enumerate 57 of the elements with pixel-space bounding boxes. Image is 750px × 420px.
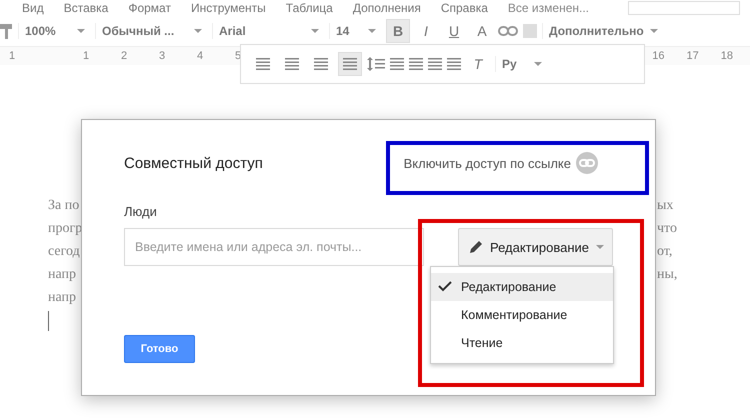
ruler-number: 3 [159,50,166,62]
ruler-number: 1 [83,50,90,62]
document-text: сегод [48,243,81,261]
menu-item[interactable]: Вид [22,1,44,15]
pencil-icon [468,240,483,254]
format-button[interactable]: I [414,19,438,43]
menu-item[interactable]: Вставка [64,1,108,15]
link-icon [576,152,598,174]
align-icon[interactable] [314,58,328,70]
document-text: За по [48,197,80,215]
top-field[interactable] [628,1,740,15]
align-button[interactable] [338,52,362,76]
document-text: напр [48,266,78,284]
ruler-number: 16 [652,50,664,62]
menu-item[interactable]: Чтение [431,329,613,357]
align-icon[interactable] [343,58,357,70]
language-dropdown[interactable]: Ру [495,56,548,72]
menu-item[interactable]: Таблица [286,1,333,15]
save-status: Все изменен... [508,1,589,15]
zoom-dropdown[interactable]: 100% [18,23,91,39]
document-text: от, [657,243,674,261]
people-input[interactable]: Введите имена или адреса эл. почты... [124,228,424,266]
ruler-number: 18 [720,50,733,62]
menu-item[interactable]: Справка [440,1,488,15]
line-spacing-icon[interactable] [367,57,385,71]
more-dropdown[interactable]: Дополнительно [542,23,664,39]
size-dropdown[interactable]: 14 [329,23,382,39]
paint-roller-icon[interactable] [0,22,14,40]
style-dropdown[interactable]: Обычный ... [95,23,208,39]
clear-format-button[interactable]: T [466,52,490,76]
format-button[interactable]: U [442,19,466,43]
document-text: ны, [657,266,678,284]
link-sharing-button[interactable]: Включить доступ по ссылке [404,152,598,174]
ruler-number: 1 [9,50,16,62]
ruler-number: 4 [197,50,204,62]
document-text: что [657,220,678,238]
menu-item[interactable]: Комментирование [431,301,613,329]
format-button[interactable]: A [470,19,494,43]
menu-item[interactable]: Редактирование [431,273,613,301]
align-icon[interactable] [285,58,299,70]
menu-item[interactable]: Дополнения [352,1,421,15]
document-text: напр [48,289,78,307]
align-icon[interactable] [256,58,270,70]
dialog-title: Совместный доступ [124,154,263,172]
ruler-number: 2 [121,50,128,62]
link-icon[interactable] [498,26,518,36]
document-text: ых [657,197,674,215]
menu-item[interactable]: Инструменты [190,1,266,15]
format-button[interactable]: B [386,19,410,43]
document-text: прогр [48,220,82,238]
permission-dropdown[interactable]: Редактирование [458,228,613,266]
check-icon [438,281,452,292]
people-label: Люди [124,204,158,219]
font-dropdown[interactable]: Arial [212,23,325,39]
done-button[interactable]: Готово [124,335,195,363]
ruler-number: 17 [686,50,699,62]
menu-item[interactable]: Формат [128,1,171,15]
